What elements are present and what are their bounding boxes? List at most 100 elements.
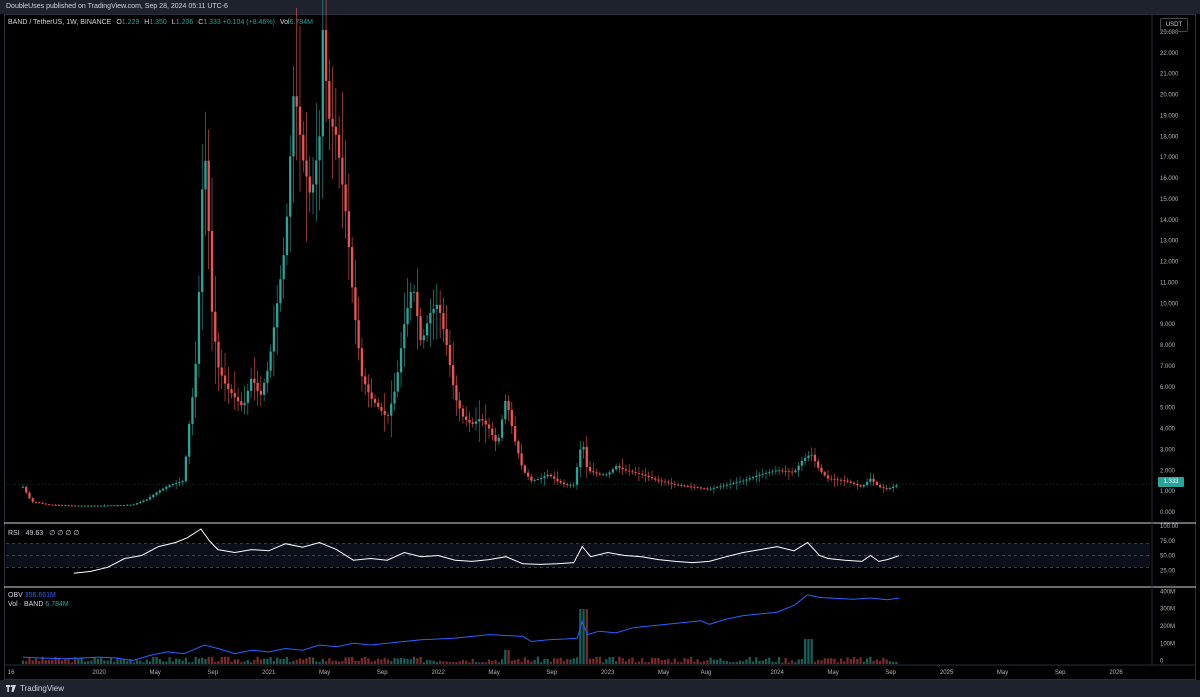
time-axis-tick-label: Sep xyxy=(377,670,388,676)
candle-body xyxy=(839,479,843,481)
candle-body xyxy=(585,446,588,468)
currency-button[interactable]: USDT xyxy=(1160,18,1188,32)
candle-body xyxy=(452,365,455,386)
volume-bar xyxy=(566,658,569,664)
volume-bar xyxy=(161,661,165,664)
volume-bar xyxy=(253,659,256,664)
price-axis-tick-label: 3.000 xyxy=(1160,447,1176,453)
volume-bar xyxy=(738,660,742,664)
volume-bar xyxy=(406,658,409,664)
candle-body xyxy=(830,478,833,480)
volume-bar xyxy=(660,660,663,664)
volume-bar xyxy=(324,661,328,664)
volume-bar xyxy=(31,660,34,664)
candle-body xyxy=(396,372,399,392)
candle-body xyxy=(735,482,738,484)
volume-bar xyxy=(465,660,468,664)
volume-bar xyxy=(562,660,566,664)
candle-body xyxy=(559,481,562,483)
volume-bar xyxy=(139,660,142,664)
candle-body xyxy=(393,391,396,404)
candle-body xyxy=(31,498,34,502)
candle-body xyxy=(689,486,693,488)
time-axis-tick-label: Sep xyxy=(885,670,896,676)
volume-bar xyxy=(25,661,28,664)
high-value: 1.350 xyxy=(149,19,167,26)
candle-body xyxy=(504,400,507,420)
candle-body xyxy=(41,503,44,504)
candle-body xyxy=(553,476,556,479)
volume-bar xyxy=(311,657,315,664)
volume-bar xyxy=(194,656,197,664)
candle-body xyxy=(595,472,598,474)
volume-bar xyxy=(90,660,93,664)
candle-body xyxy=(148,497,152,500)
candle-body xyxy=(67,505,70,507)
candle-body xyxy=(201,189,204,293)
time-axis-tick-label: May xyxy=(319,670,330,676)
volume-bar xyxy=(784,657,787,664)
volume-bar xyxy=(579,609,582,664)
chart-svg[interactable]: 23.00022.00021.00020.00019.00018.00017.0… xyxy=(0,0,1200,697)
time-axis-tick-label: May xyxy=(149,670,160,676)
volume-bar xyxy=(764,658,768,664)
volume-bar xyxy=(318,661,321,664)
volume-bar xyxy=(471,658,474,664)
price-axis-tick-label: 0.000 xyxy=(1160,510,1176,516)
candle-body xyxy=(184,456,188,482)
volume-bar xyxy=(191,662,194,664)
volume-bar xyxy=(347,657,351,664)
volume-bar xyxy=(556,658,559,664)
volume-bar xyxy=(298,658,302,664)
candle-body xyxy=(188,423,191,457)
candle-body xyxy=(90,505,93,507)
candle-body xyxy=(513,426,517,442)
volume-bar xyxy=(174,658,178,664)
price-axis-tick-label: 15.000 xyxy=(1160,197,1179,203)
symbol-name: BAND / TetherUS, 1W, BINANCE xyxy=(8,19,112,26)
candle-body xyxy=(536,479,540,480)
volume-bar xyxy=(722,660,725,664)
volume-bar xyxy=(135,660,139,664)
volume-bar xyxy=(517,659,520,664)
tradingview-logo-icon xyxy=(6,685,16,692)
volume-bar xyxy=(230,661,233,664)
candle-body xyxy=(706,488,709,490)
candle-body xyxy=(168,485,171,488)
volume-bar xyxy=(693,661,696,664)
volume-bar xyxy=(321,658,324,664)
volume-bar xyxy=(735,661,738,664)
candle-body xyxy=(249,378,253,391)
volume-bar xyxy=(445,661,448,664)
volume-bar xyxy=(54,656,57,664)
candle-body xyxy=(748,478,751,480)
candle-body xyxy=(644,474,647,476)
candle-body xyxy=(478,419,481,422)
candle-body xyxy=(461,408,465,417)
volume-bar xyxy=(100,657,103,664)
volume-bar xyxy=(249,662,253,664)
candle-body xyxy=(875,481,879,486)
candle-body xyxy=(624,469,628,471)
volume-bar xyxy=(364,656,367,664)
candles-group xyxy=(21,0,898,508)
time-axis-tick-label: May xyxy=(827,670,838,676)
volume-bar xyxy=(618,656,621,664)
volume-bar xyxy=(810,639,813,664)
volume-bar xyxy=(601,662,605,664)
candle-body xyxy=(77,505,80,507)
candle-body xyxy=(487,424,491,429)
candle-body xyxy=(210,231,214,312)
volume-bar xyxy=(165,661,168,664)
candle-body xyxy=(641,473,644,475)
volume-bar xyxy=(113,661,116,664)
candle-body xyxy=(865,481,869,486)
candle-body xyxy=(54,504,57,506)
candle-body xyxy=(696,487,699,488)
candle-body xyxy=(194,363,197,398)
volume-bar xyxy=(875,659,879,664)
candle-body xyxy=(113,505,116,507)
volume-bar xyxy=(725,661,729,664)
candle-body xyxy=(777,470,781,472)
candle-body xyxy=(350,247,354,288)
